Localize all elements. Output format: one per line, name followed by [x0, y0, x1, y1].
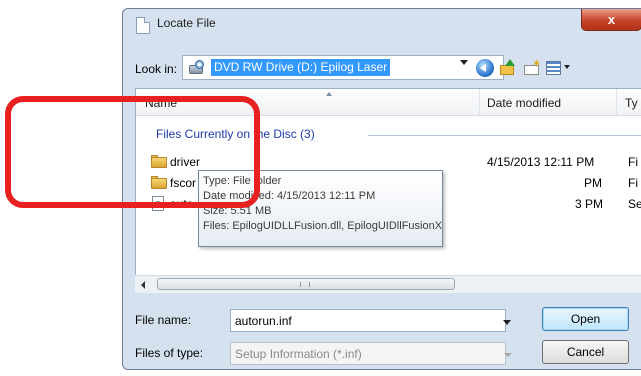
dvd-drive-icon: [189, 60, 207, 75]
new-folder-icon[interactable]: ✶: [523, 59, 541, 77]
file-date: PM: [584, 176, 602, 190]
view-menu-icon[interactable]: [546, 59, 572, 77]
look-in-combo[interactable]: DVD RW Drive (D:) Epilog Laser: [182, 55, 504, 80]
file-name-value: autorun.inf: [235, 314, 292, 328]
file-type-label: Files of type:: [135, 346, 204, 360]
file-name-field[interactable]: autorun.inf: [230, 309, 506, 332]
back-icon[interactable]: [476, 59, 494, 77]
column-date-modified[interactable]: Date modified: [487, 96, 561, 110]
group-divider: [368, 135, 641, 136]
open-button[interactable]: Open: [542, 307, 629, 331]
file-type-select[interactable]: Setup Information (*.inf): [230, 342, 506, 365]
file-date: 3 PM: [575, 197, 604, 211]
file-type: Fi: [628, 176, 638, 190]
file-type: Fi: [628, 155, 638, 169]
cancel-button[interactable]: Cancel: [542, 340, 629, 364]
file-type: Se: [628, 197, 641, 211]
close-button[interactable]: x: [581, 9, 641, 31]
column-type[interactable]: Ty: [625, 96, 638, 110]
look-in-value: DVD RW Drive (D:) Epilog Laser: [211, 59, 391, 76]
horizontal-scrollbar[interactable]: [135, 275, 641, 293]
sort-caret-icon: [326, 92, 332, 96]
scroll-left-icon[interactable]: [141, 281, 145, 289]
column-divider[interactable]: [616, 89, 617, 115]
grip-icon: [300, 282, 310, 287]
title-bar: Locate File x: [123, 9, 641, 39]
dialog-title: Locate File: [157, 16, 216, 30]
look-in-label: Look in:: [135, 62, 178, 76]
file-name-label: File name:: [135, 313, 192, 327]
scroll-thumb[interactable]: [157, 278, 455, 290]
annotation-highlight: [5, 96, 260, 208]
chevron-down-icon[interactable]: [460, 60, 468, 65]
chevron-down-icon[interactable]: [504, 353, 512, 357]
column-divider[interactable]: [479, 89, 480, 115]
chevron-down-icon[interactable]: [503, 320, 511, 325]
tooltip-files: Files: EpilogUIDLLFusion.dll, EpilogUIDl…: [203, 220, 443, 232]
up-folder-icon[interactable]: [499, 59, 517, 77]
file-date: 4/15/2013 12:11 PM: [487, 155, 595, 169]
document-icon: [136, 17, 150, 34]
file-type-value: Setup Information (*.inf): [235, 347, 362, 361]
